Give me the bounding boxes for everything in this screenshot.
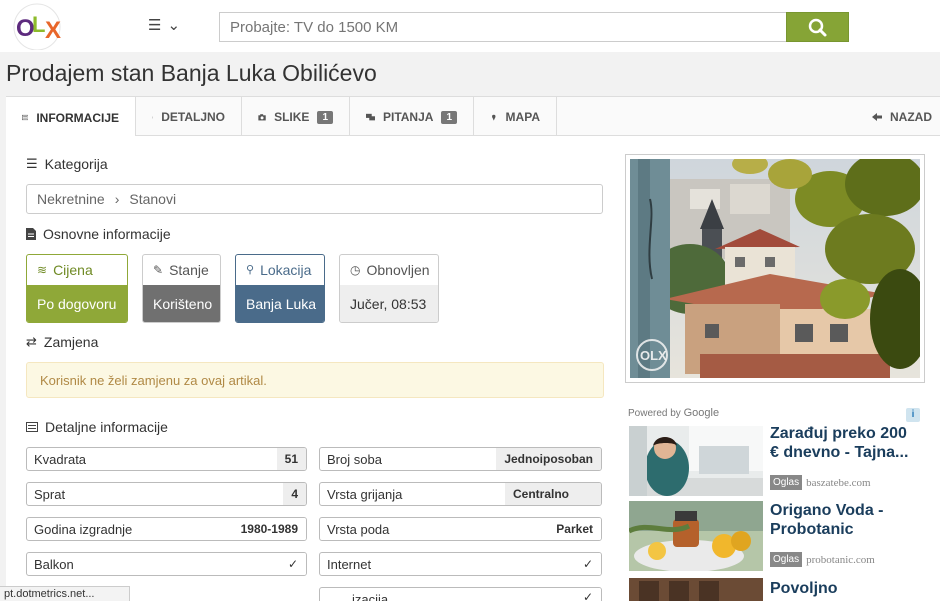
tab-pitanja[interactable]: PITANJA 1 — [350, 97, 474, 137]
search-button[interactable] — [786, 12, 849, 42]
location-value: Banja Luka — [236, 285, 324, 322]
search-icon — [808, 18, 827, 37]
detail-kvadrata: Kvadrata 51 — [26, 447, 307, 471]
tab-mapa[interactable]: MAPA — [474, 97, 557, 137]
photo-watermark: OLX — [640, 348, 667, 363]
checkmark-icon: ✓ — [574, 553, 601, 575]
updated-value: Jučer, 08:53 — [340, 285, 438, 322]
condition-value: Korišteno — [143, 285, 220, 322]
google-logo: Google — [683, 407, 720, 419]
chevron-down-icon: ⌄ — [167, 17, 187, 34]
breadcrumb-separator: › — [114, 191, 120, 207]
breadcrumb-item[interactable]: Stanovi — [129, 191, 176, 207]
olx-logo[interactable]: O L X — [10, 2, 68, 51]
list-icon — [26, 422, 38, 432]
card-obnovljen: ◷ Obnovljen Jučer, 08:53 — [339, 254, 439, 323]
detail-internet: Internet ✓ — [319, 552, 602, 576]
card-stanje: ✎ Stanje Korišteno — [142, 254, 221, 323]
clock-icon: ◷ — [350, 262, 361, 277]
ad-title-link[interactable]: Povoljno — [770, 579, 920, 598]
tab-label: PITANJA — [382, 110, 434, 124]
zamjena-heading: ⇄ Zamjena — [26, 334, 99, 350]
chat-icon — [366, 113, 375, 120]
card-lokacija: ⚲ Lokacija Banja Luka — [235, 254, 325, 323]
tag-icon: ✎ — [153, 262, 164, 277]
top-header: O L X ☰⌄ — [0, 0, 940, 52]
checkmark-icon: ✓ — [574, 588, 601, 601]
detail-godina-izgradnje: Godina izgradnje 1980-1989 — [26, 517, 307, 541]
tab-detaljno[interactable]: DETALJNO — [136, 97, 242, 137]
camera-icon — [258, 113, 266, 120]
tab-slike[interactable]: SLIKE 1 — [242, 97, 350, 137]
ad-thumbnail[interactable] — [629, 578, 763, 601]
tab-bar: INFORMACIJE DETALJNO SLIKE 1 PITANJA 1 M… — [6, 96, 940, 138]
search-input[interactable] — [219, 12, 787, 42]
tab-label: MAPA — [505, 110, 540, 124]
back-arrow-icon — [872, 113, 882, 121]
exchange-notice: Korisnik ne želi zamjenu za ovaj artikal… — [26, 362, 604, 398]
svg-text:L: L — [32, 12, 45, 37]
kategorija-heading: ☰ Kategorija — [26, 156, 108, 172]
ad-thumbnail[interactable] — [627, 501, 763, 572]
money-icon: ≋ — [37, 262, 48, 277]
ad-source: Oglas baszatebe.com — [770, 475, 871, 490]
photo-count-badge: 1 — [317, 110, 333, 124]
price-value: Po dogovoru — [27, 285, 127, 322]
card-cijena: ≋ Cijena Po dogovoru — [26, 254, 128, 323]
menu-dropdown-button[interactable]: ☰⌄ — [148, 16, 186, 34]
tab-label: SLIKE — [274, 110, 310, 124]
detail-broj-soba: Broj soba Jednoiposoban — [319, 447, 602, 471]
map-pin-icon — [492, 114, 496, 121]
ad-thumbnail[interactable] — [629, 426, 763, 496]
map-pin-icon: ⚲ — [246, 264, 255, 276]
ad-source: Oglas probotanic.com — [770, 552, 875, 567]
osnovne-heading: Osnovne informacije — [26, 226, 171, 242]
category-breadcrumb: Nekretnine › Stanovi — [26, 184, 603, 214]
ads-powered-by: Powered by Google — [628, 407, 720, 419]
detail-partial: izacija ✓ — [319, 587, 602, 601]
hamburger-icon: ☰ — [148, 17, 168, 34]
tab-label: INFORMACIJE — [36, 110, 119, 125]
document-icon — [152, 116, 154, 118]
detaljne-heading: Detaljne informacije — [26, 419, 168, 435]
svg-text:X: X — [45, 17, 61, 44]
browser-status-bar: pt.dotmetrics.net... — [0, 586, 130, 601]
breadcrumb-item[interactable]: Nekretnine — [37, 191, 105, 207]
back-button[interactable]: NAZAD — [872, 97, 932, 137]
checkmark-icon: ✓ — [279, 553, 306, 575]
listing-photo[interactable]: OLX — [625, 154, 925, 383]
ad-info-icon[interactable]: i — [906, 408, 920, 422]
ad-title-link[interactable]: Origano Voda - Probotanic — [770, 501, 920, 539]
document-icon — [26, 228, 36, 240]
list-icon — [22, 114, 29, 121]
detail-vrsta-poda: Vrsta poda Parket — [319, 517, 602, 541]
tab-informacije[interactable]: INFORMACIJE — [6, 97, 136, 138]
bars-icon: ☰ — [26, 156, 38, 171]
page-title: Prodajem stan Banja Luka Obilićevo — [6, 60, 377, 86]
detail-sprat: Sprat 4 — [26, 482, 307, 506]
detail-balkon: Balkon ✓ — [26, 552, 307, 576]
tab-label: DETALJNO — [161, 110, 225, 124]
question-count-badge: 1 — [441, 110, 457, 124]
ad-title-link[interactable]: Zarađuj preko 200 € dnevno - Tajna... — [770, 424, 920, 462]
exchange-icon: ⇄ — [26, 334, 37, 349]
detail-vrsta-grijanja: Vrsta grijanja Centralno — [319, 482, 602, 506]
